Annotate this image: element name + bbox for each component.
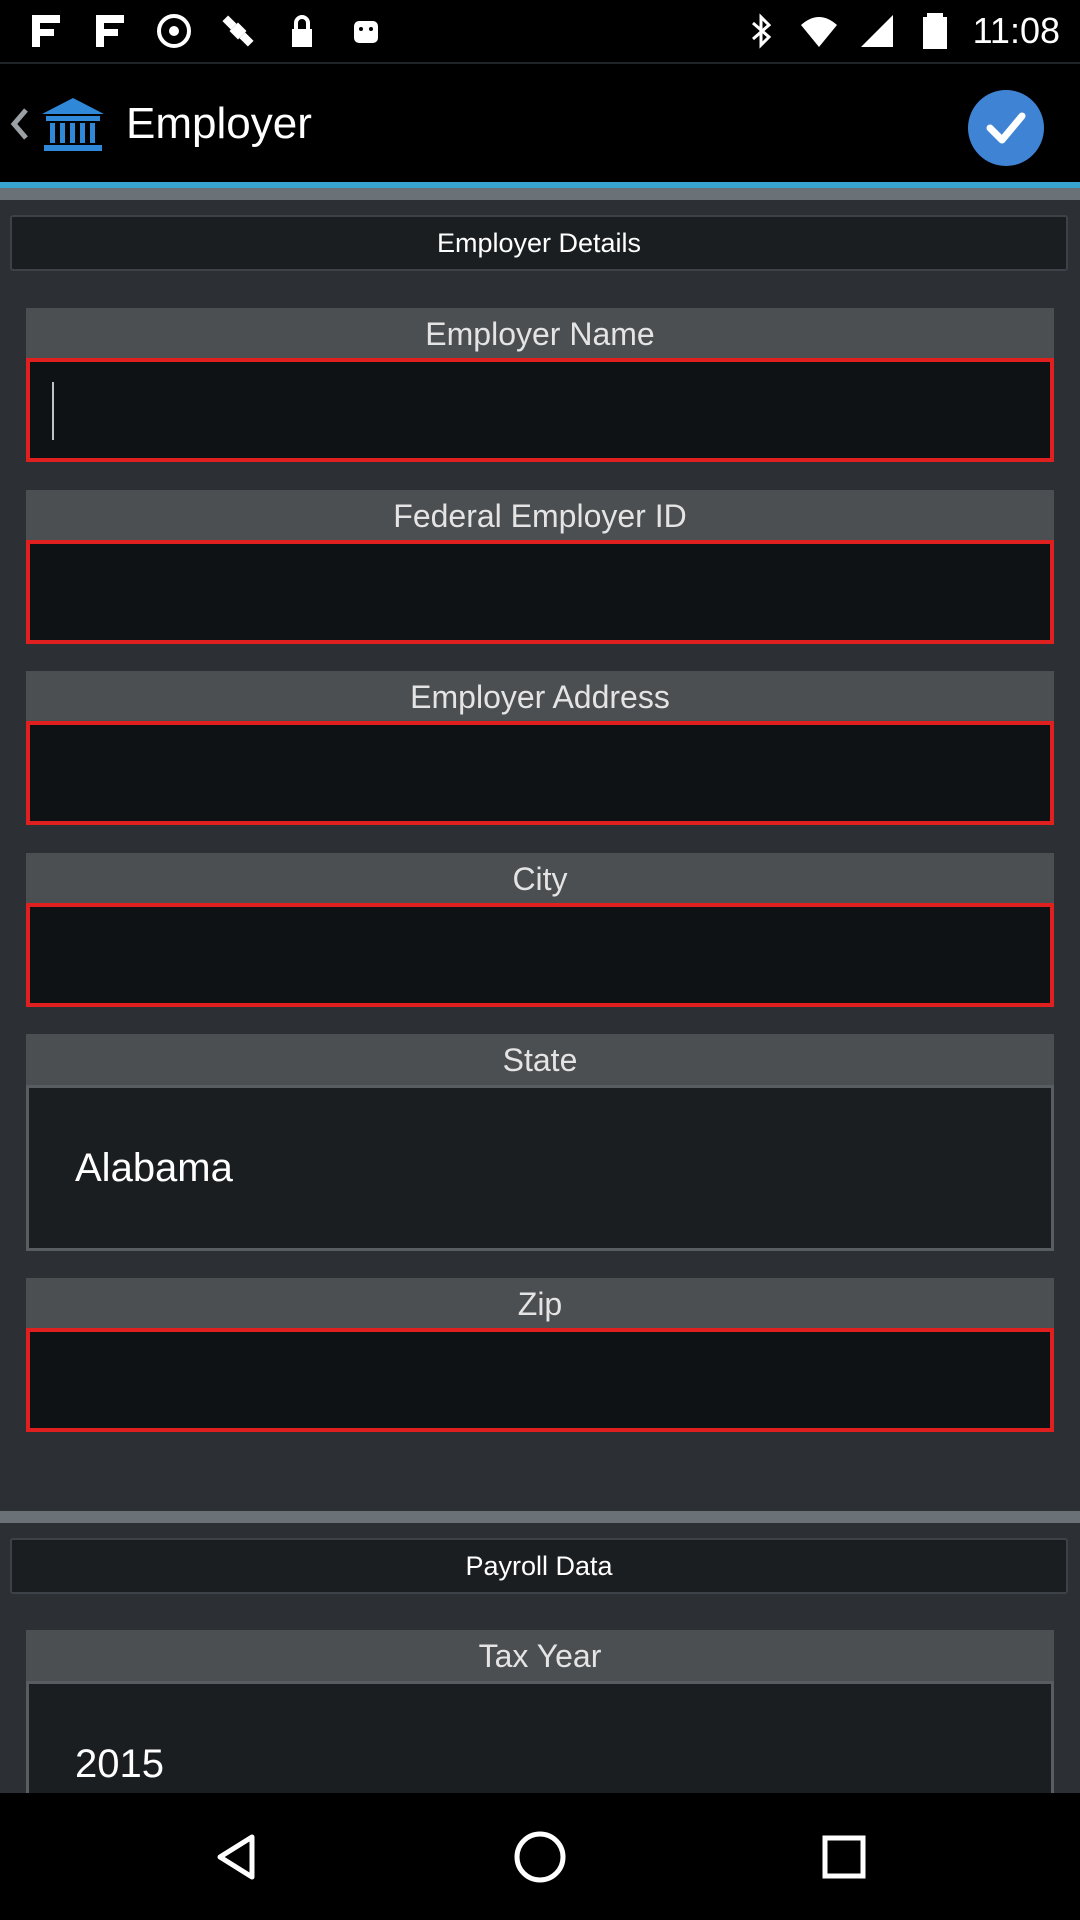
federal-employer-id-input[interactable] <box>26 540 1054 644</box>
nav-recents-button[interactable] <box>810 1823 878 1891</box>
bank-icon[interactable] <box>38 94 108 154</box>
section-divider <box>0 1511 1080 1523</box>
checkmark-icon <box>986 112 1026 144</box>
employer-name-label: Employer Name <box>26 308 1054 360</box>
app-title: Employer <box>126 99 312 148</box>
zip-label: Zip <box>26 1278 1054 1330</box>
zip-input[interactable] <box>26 1328 1054 1432</box>
lock-icon <box>292 15 312 47</box>
tax-year-value: 2015 <box>75 1742 164 1786</box>
android-icon <box>354 21 378 43</box>
circle-home-icon <box>514 1831 566 1883</box>
app-bar: Employer <box>0 62 1080 184</box>
nav-home-button[interactable] <box>506 1823 574 1891</box>
employer-address-label: Employer Address <box>26 671 1054 723</box>
bluetooth-icon <box>751 13 771 49</box>
city-label: City <box>26 853 1054 905</box>
accent-divider <box>0 188 1080 200</box>
employer-name-input[interactable] <box>26 358 1054 462</box>
signal-icon <box>96 15 124 47</box>
city-input[interactable] <box>26 903 1054 1007</box>
triangle-back-icon <box>217 1834 255 1880</box>
state-select[interactable]: Alabama <box>26 1085 1054 1251</box>
section-header-employer-details: Employer Details <box>10 215 1068 271</box>
status-left-icons <box>26 10 386 52</box>
tax-year-label: Tax Year <box>26 1630 1054 1682</box>
signal-icon <box>32 15 60 47</box>
federal-employer-id-label: Federal Employer ID <box>26 490 1054 542</box>
sync-icon <box>157 14 191 48</box>
employer-address-input[interactable] <box>26 721 1054 825</box>
status-right-icons: 11:08 <box>741 8 1060 54</box>
chevron-left-icon[interactable] <box>8 104 30 144</box>
state-value: Alabama <box>75 1145 233 1190</box>
confirm-button[interactable] <box>968 90 1044 166</box>
tax-year-select[interactable]: 2015 <box>26 1681 1054 1793</box>
status-time: 11:08 <box>972 10 1060 51</box>
wifi-icon <box>800 17 837 47</box>
screen: 11:08 Employer Employer Details Employer… <box>0 0 1080 1920</box>
square-recents-icon <box>822 1835 866 1879</box>
battery-icon <box>922 13 947 49</box>
state-label: State <box>26 1034 1054 1086</box>
status-bar: 11:08 <box>0 0 1080 62</box>
section-header-payroll-data: Payroll Data <box>10 1538 1068 1594</box>
text-cursor <box>52 382 54 440</box>
satellite-icon <box>222 15 254 47</box>
nav-bar <box>0 1793 1080 1920</box>
cellular-icon <box>860 15 893 47</box>
nav-back-button[interactable] <box>202 1823 270 1891</box>
